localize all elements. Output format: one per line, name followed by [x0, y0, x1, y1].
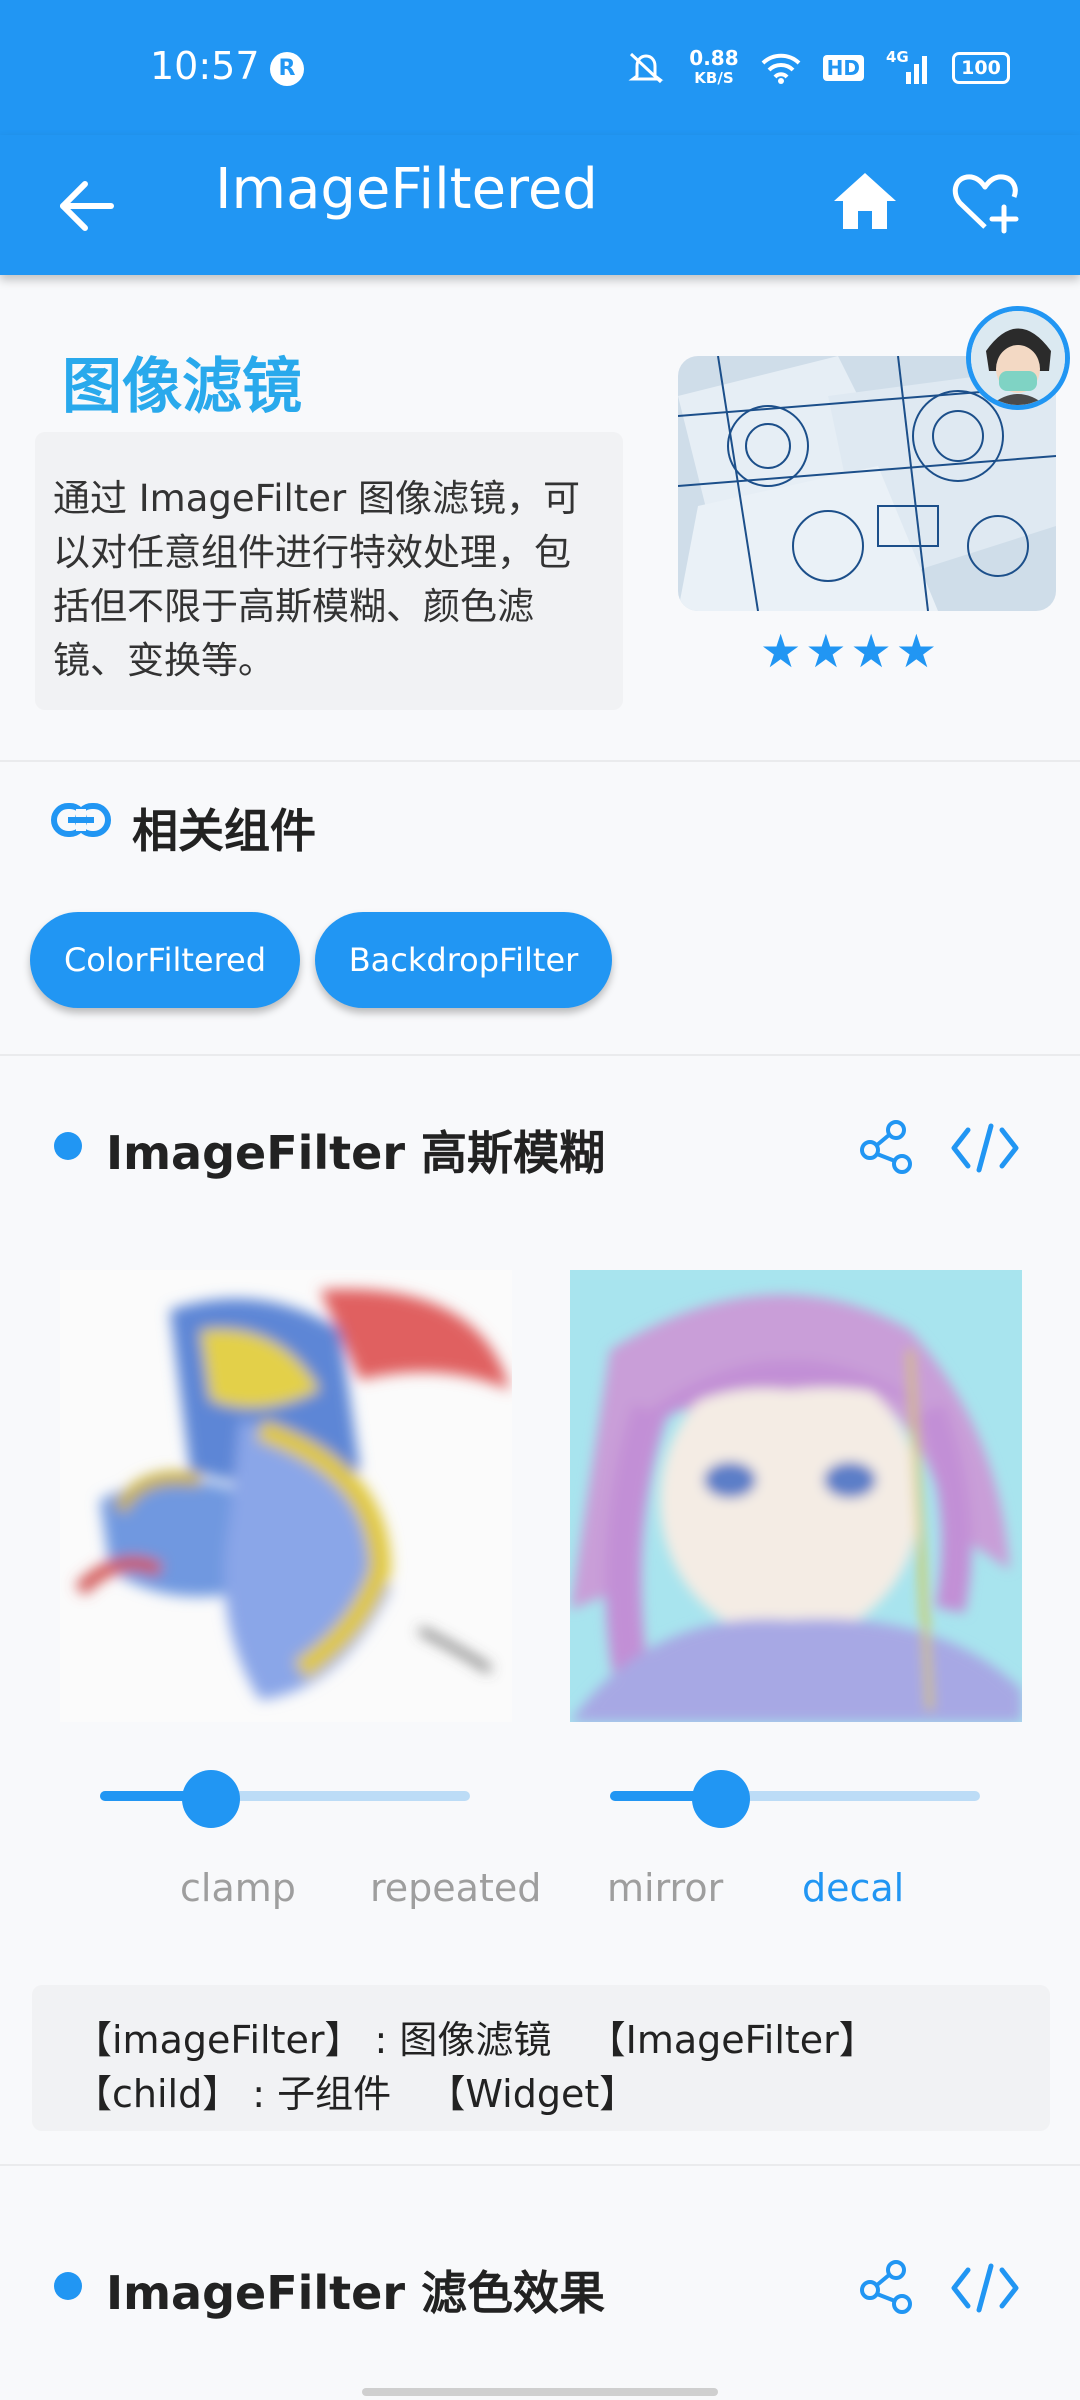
section-bullet: [54, 2272, 82, 2300]
app-notification-icon: R: [270, 52, 304, 86]
chip-backdropfilter[interactable]: BackdropFilter: [315, 912, 612, 1008]
page-title: ImageFiltered: [215, 157, 598, 222]
status-time: 10:57: [150, 44, 260, 88]
demo-title: ImageFilter 高斯模糊: [106, 1126, 606, 1180]
link-icon: [51, 803, 111, 837]
properties-box: 【imageFilter】 : 图像滤镜 【ImageFilter】 【chil…: [32, 1985, 1050, 2131]
property-child: 【child】 : 子组件 【Widget】: [74, 2072, 638, 2116]
status-bar: 10:57 R 0.88 KB/S HD 4G 100: [0, 0, 1080, 135]
star-icon: ★: [850, 624, 892, 678]
avatar-image: [971, 311, 1065, 405]
chip-colorfiltered[interactable]: ColorFiltered: [30, 912, 300, 1008]
blurred-image-left: [60, 1270, 512, 1722]
net-speed-value: 0.88: [689, 46, 739, 70]
signal-label: 4G: [886, 48, 909, 66]
code-icon[interactable]: [950, 2258, 1020, 2318]
divider: [0, 760, 1080, 762]
avatar[interactable]: [966, 306, 1070, 410]
blurred-girl-image: [570, 1270, 1022, 1722]
wifi-icon: [761, 53, 801, 84]
section-bullet: [54, 1132, 82, 1160]
demo-title: ImageFilter 滤色效果: [106, 2266, 606, 2320]
status-icons: 0.88 KB/S HD 4G 100: [625, 48, 1010, 88]
star-icon: ★: [760, 624, 802, 678]
arrow-back-icon[interactable]: [55, 173, 121, 239]
mode-mirror[interactable]: mirror: [607, 1866, 723, 1910]
mode-repeated[interactable]: repeated: [370, 1866, 541, 1910]
description-text: 通过 ImageFilter 图像滤镜，可以对任意组件进行特效处理，包括但不限于…: [53, 477, 581, 682]
slider-thumb[interactable]: [182, 1770, 240, 1828]
property-image-filter: 【imageFilter】 : 图像滤镜 【ImageFilter】: [74, 2018, 877, 2062]
share-icon[interactable]: [858, 2258, 918, 2318]
share-icon[interactable]: [858, 1118, 918, 1178]
code-icon[interactable]: [950, 1118, 1020, 1178]
blurred-armor-image: [60, 1270, 512, 1722]
mode-clamp[interactable]: clamp: [180, 1866, 296, 1910]
mute-icon: [628, 52, 664, 84]
related-widgets-title: 相关组件: [132, 804, 316, 858]
signal-icon: 4G: [886, 48, 930, 86]
star-icon: ★: [805, 624, 847, 678]
mode-decal[interactable]: decal: [802, 1866, 904, 1910]
blur-slider-left[interactable]: [100, 1770, 470, 1828]
app-bar: ImageFiltered: [0, 135, 1080, 275]
battery-icon: 100: [952, 52, 1010, 84]
divider: [0, 2164, 1080, 2166]
description-box: 通过 ImageFilter 图像滤镜，可以对任意组件进行特效处理，包括但不限于…: [35, 432, 623, 710]
home-icon[interactable]: [830, 167, 900, 237]
blurred-image-right: [570, 1270, 1022, 1722]
hd-badge: HD: [822, 55, 864, 81]
star-icon: ★: [895, 624, 937, 678]
rating-stars: ★ ★ ★ ★: [760, 628, 937, 674]
net-speed: 0.88 KB/S: [689, 48, 738, 88]
net-speed-unit: KB/S: [694, 69, 734, 87]
widget-title: 图像滤镜: [62, 352, 302, 422]
divider: [0, 1054, 1080, 1056]
blur-slider-right[interactable]: [610, 1770, 980, 1828]
heart-add-icon[interactable]: [950, 167, 1020, 237]
gesture-handle[interactable]: [362, 2388, 718, 2396]
slider-thumb[interactable]: [692, 1770, 750, 1828]
